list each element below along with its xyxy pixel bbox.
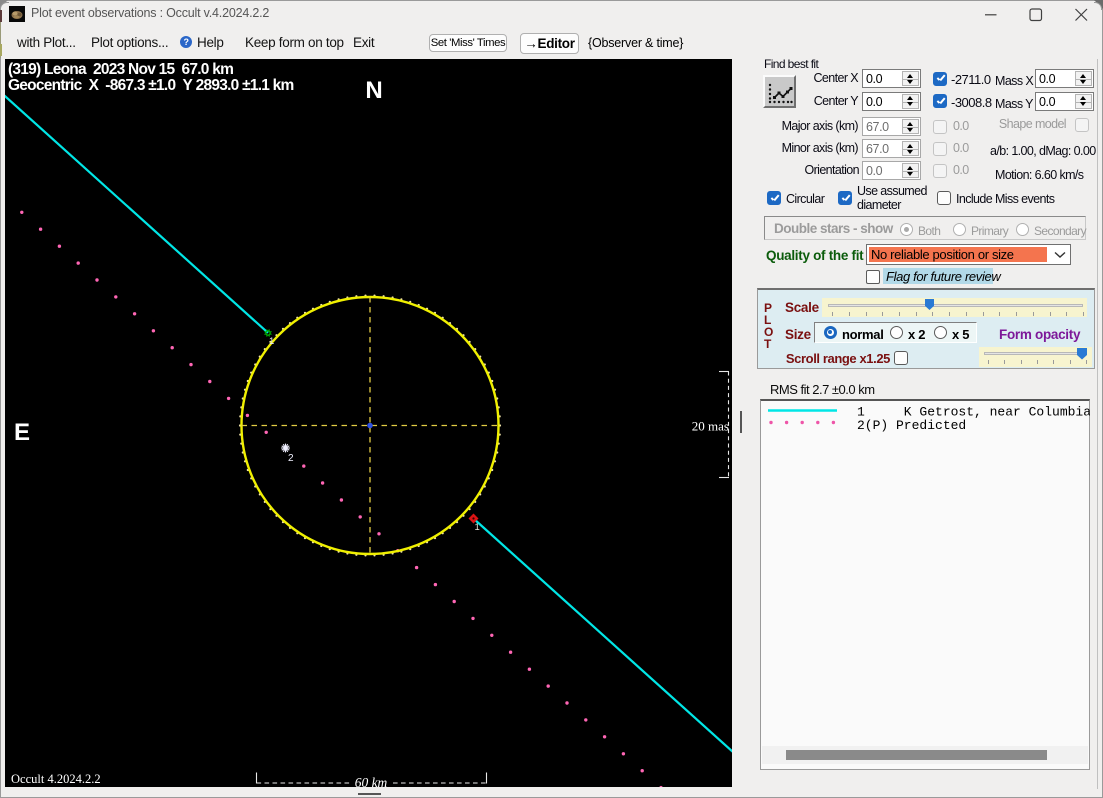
svg-text:Geocentric X -867.3 ±1.0 Y: Geocentric X -867.3 ±1.0 Y 2893.0 ±1.1 k…: [8, 77, 294, 94]
svg-text:20 mas: 20 mas: [692, 419, 729, 434]
svg-text:E: E: [14, 419, 30, 446]
svg-text:(319) Leona 2023 Nov 15 67.0: (319) Leona 2023 Nov 15 67.0 km: [8, 61, 233, 78]
svg-text:2: 2: [288, 453, 294, 464]
svg-text:1: 1: [475, 522, 480, 533]
svg-text:60 km: 60 km: [355, 775, 388, 790]
svg-text:2(P) Predicted: 2(P) Predicted: [857, 418, 966, 433]
svg-text:1: 1: [269, 336, 274, 347]
svg-text:Occult 4.2024.2.2: Occult 4.2024.2.2: [11, 772, 101, 786]
svg-text:N: N: [365, 77, 382, 104]
